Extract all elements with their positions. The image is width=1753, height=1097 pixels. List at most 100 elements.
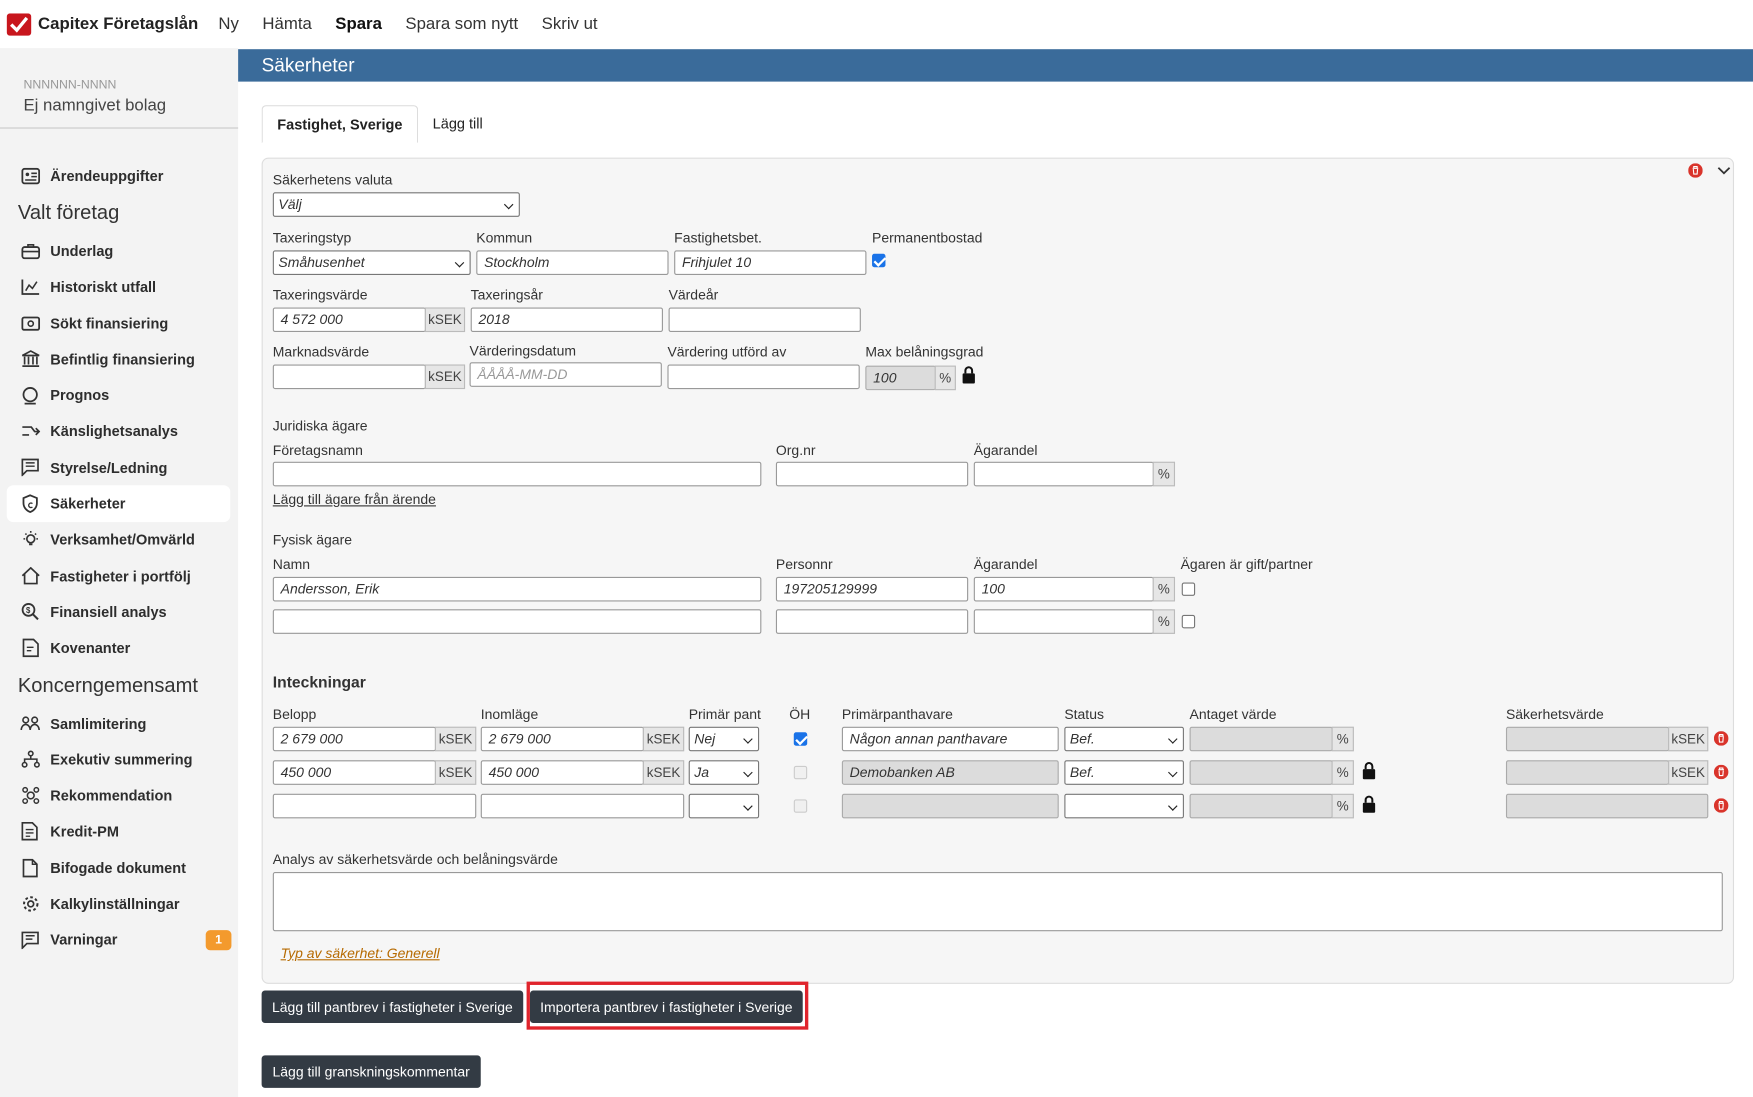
- sidebar-item-label: Säkerheter: [50, 495, 126, 513]
- chevron-down-icon[interactable]: [1717, 165, 1731, 175]
- valby-label: Värdering utförd av: [667, 344, 787, 360]
- sidebar-item-prognos[interactable]: Prognos: [0, 377, 238, 413]
- status-select[interactable]: [1064, 793, 1184, 819]
- delete-security-icon[interactable]: [1688, 163, 1703, 178]
- taxyear-input[interactable]: 2018: [470, 307, 663, 333]
- lock-icon[interactable]: [1362, 761, 1377, 780]
- company-name-label: Företagsnamn: [272, 442, 363, 459]
- married-checkbox[interactable]: [1181, 582, 1196, 596]
- nav-save[interactable]: Spara: [335, 15, 382, 34]
- legal-owners-title: Juridiska ägare: [272, 418, 368, 434]
- mortgage-amount-input[interactable]: 2 679 000: [272, 726, 437, 752]
- kommun-input[interactable]: Stockholm: [476, 250, 669, 276]
- primary-pant-select[interactable]: Ja: [688, 760, 760, 785]
- status-select[interactable]: Bef.: [1064, 726, 1184, 752]
- mortgage-inom-input[interactable]: 2 679 000: [480, 726, 644, 752]
- valyear-label: Värdeår: [668, 287, 719, 303]
- tab-lagg-till[interactable]: Lägg till: [418, 105, 497, 142]
- valdate-label: Värderingsdatum: [469, 343, 576, 359]
- primary-holder-input: Demobanken AB: [841, 760, 1059, 785]
- physical-owner-pnr-input[interactable]: [775, 609, 969, 634]
- svg-text:$: $: [26, 606, 31, 615]
- mortgage-inom-input[interactable]: [480, 793, 685, 819]
- sidebar-item-styrelse-ledning[interactable]: Styrelse/Ledning: [0, 450, 238, 486]
- sidebar-item-historiskt-utfall[interactable]: Historiskt utfall: [0, 269, 238, 305]
- sidebar-item-label: Styrelse/Ledning: [50, 459, 168, 476]
- lock-icon[interactable]: [961, 366, 976, 385]
- tab-fastighet-sverige[interactable]: Fastighet, Sverige: [261, 105, 419, 144]
- sidebar-item-varningar[interactable]: Varningar 1: [0, 922, 238, 958]
- valby-input[interactable]: [667, 364, 860, 390]
- lock-icon[interactable]: [1362, 795, 1377, 814]
- ksek-addon: kSEK: [434, 726, 477, 752]
- assumed-value-input: [1189, 760, 1333, 785]
- market-input[interactable]: [272, 364, 426, 390]
- sidebar-item-underlag[interactable]: Underlag: [0, 233, 238, 269]
- physical-owner-share-input[interactable]: 100: [973, 576, 1154, 602]
- add-pantbrev-button[interactable]: Lägg till pantbrev i fastigheter i Sveri…: [261, 990, 524, 1023]
- currency-select[interactable]: Välj: [272, 192, 520, 217]
- legal-owner-share-input[interactable]: [973, 461, 1154, 487]
- mortgage-amount-input[interactable]: [272, 793, 477, 819]
- permanent-checkbox[interactable]: [872, 253, 886, 268]
- sidebar-item-exekutiv-summering[interactable]: Exekutiv summering: [0, 741, 238, 777]
- sidebar-item-befintlig-finansiering[interactable]: Befintlig finansiering: [0, 341, 238, 377]
- sidebar-item-samlimitering[interactable]: Samlimitering: [0, 705, 238, 741]
- primary-holder-input[interactable]: Någon annan panthavare: [841, 726, 1059, 752]
- taxval-input[interactable]: 4 572 000: [272, 307, 426, 333]
- delete-row-icon[interactable]: [1713, 798, 1729, 813]
- crystal-ball-icon: [19, 384, 41, 406]
- warnings-count-badge: 1: [205, 929, 232, 950]
- legal-owner-org-input[interactable]: [775, 461, 969, 487]
- physical-owner-share-input[interactable]: [973, 609, 1154, 634]
- delete-row-icon[interactable]: [1713, 764, 1729, 780]
- fastighetsbet-input[interactable]: Frihjulet 10: [674, 250, 867, 276]
- sidebar-item-arendeuppgifter[interactable]: Ärendeuppgifter: [0, 158, 238, 194]
- valdate-input[interactable]: ÅÅÅÅ-MM-DD: [469, 362, 662, 387]
- network-icon: [19, 784, 41, 806]
- maxltv-input[interactable]: 100: [865, 365, 936, 391]
- sidebar-item-label: Samlimitering: [50, 714, 147, 732]
- analysis-textarea[interactable]: [272, 872, 1723, 932]
- percent-addon: %: [1152, 609, 1176, 634]
- delete-row-icon[interactable]: [1713, 731, 1729, 746]
- sidebar-item-kanslighetsanalys[interactable]: Känslighetsanalys: [0, 413, 238, 449]
- sidebar-item-bifogade-dokument[interactable]: Bifogade dokument: [0, 850, 238, 886]
- nav-print[interactable]: Skriv ut: [542, 15, 598, 34]
- sidebar-item-finansiell-analys[interactable]: $ Finansiell analys: [0, 594, 238, 630]
- sidebar-item-fastigheter-i-portfolj[interactable]: Fastigheter i portfölj: [0, 558, 238, 594]
- legal-owner-name-input[interactable]: [272, 461, 762, 487]
- valyear-input[interactable]: [668, 307, 861, 333]
- nav-save-as-new[interactable]: Spara som nytt: [405, 15, 518, 34]
- physical-owner-name-input[interactable]: Andersson, Erik: [272, 576, 762, 602]
- sidebar-item-sakerheter[interactable]: Säkerheter: [6, 485, 231, 522]
- mortgage-amount-input[interactable]: 450 000: [272, 760, 437, 785]
- section-heading-group: Koncerngemensamt: [17, 673, 198, 697]
- oh-checkbox[interactable]: [793, 732, 808, 746]
- primary-pant-select[interactable]: [688, 793, 760, 819]
- sidebar-item-sokt-finansiering[interactable]: Sökt finansiering: [0, 305, 238, 341]
- primary-pant-select[interactable]: Nej: [688, 726, 760, 752]
- physical-owner-name-input[interactable]: [272, 609, 762, 634]
- col-sakerhetsvarde: Säkerhetsvärde: [1505, 706, 1604, 723]
- line-chart-icon: [19, 276, 41, 298]
- col-oh: ÖH: [789, 706, 811, 723]
- sidebar-item-verksamhet-omvarld[interactable]: Verksamhet/Omvärld: [0, 522, 238, 558]
- married-label: Ägaren är gift/partner: [1180, 556, 1313, 573]
- col-inomlage: Inomläge: [480, 706, 539, 723]
- security-type-link[interactable]: Typ av säkerhet: Generell: [281, 946, 440, 962]
- married-checkbox[interactable]: [1181, 614, 1196, 629]
- sidebar-item-rekommendation[interactable]: Rekommendation: [0, 778, 238, 814]
- nav-new[interactable]: Ny: [218, 15, 239, 34]
- brand[interactable]: Capitex Företagslån: [6, 12, 199, 36]
- sidebar-item-kovenanter[interactable]: Kovenanter: [0, 630, 238, 666]
- physical-owner-pnr-input[interactable]: 197205129999: [775, 576, 969, 602]
- add-review-comment-button[interactable]: Lägg till granskningskommentar: [261, 1055, 481, 1088]
- taxtype-select[interactable]: Småhusenhet: [272, 250, 471, 276]
- sidebar-item-kalkylinstallningar[interactable]: Kalkylinställningar: [0, 886, 238, 922]
- add-owner-from-case-link[interactable]: Lägg till ägare från ärende: [273, 492, 436, 508]
- sidebar-item-kredit-pm[interactable]: Kredit-PM: [0, 814, 238, 850]
- nav-fetch[interactable]: Hämta: [262, 15, 311, 34]
- mortgage-inom-input[interactable]: 450 000: [480, 760, 644, 785]
- status-select[interactable]: Bef.: [1064, 760, 1184, 785]
